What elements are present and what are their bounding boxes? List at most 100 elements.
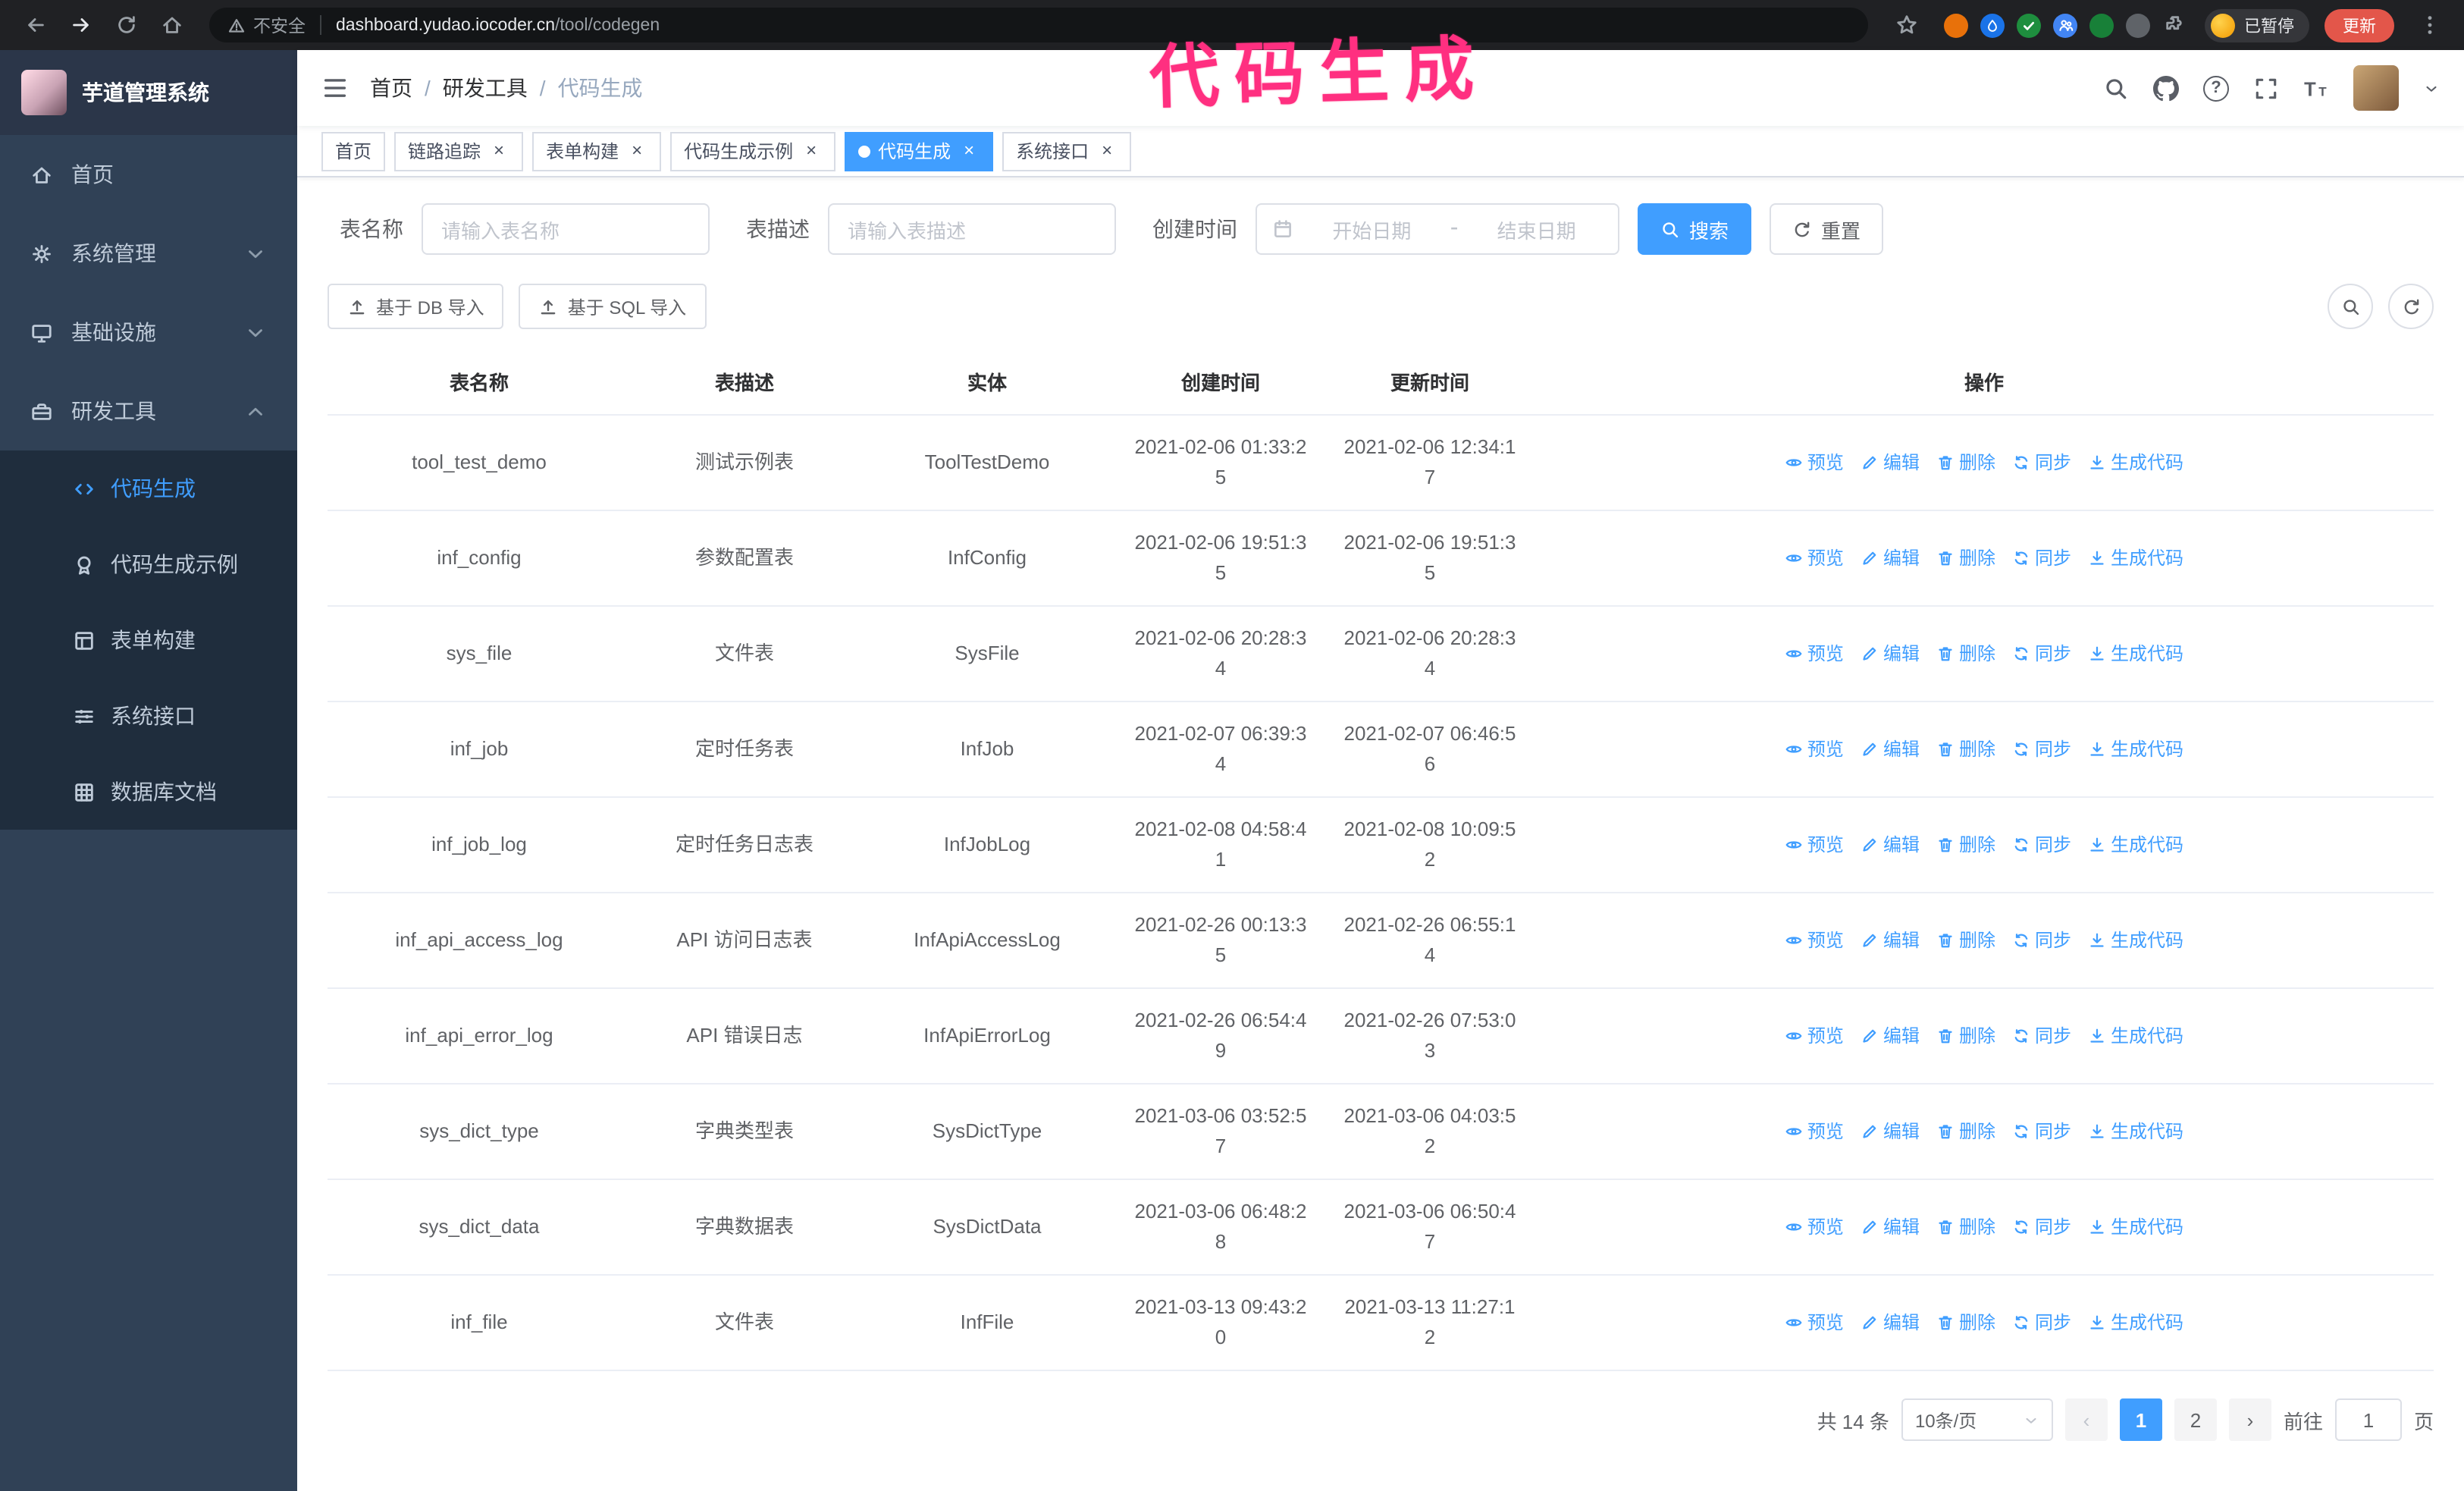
close-icon[interactable]: × [1096, 140, 1118, 162]
preview-link[interactable]: 预览 [1785, 830, 1844, 860]
generate-code-link[interactable]: 生成代码 [2088, 639, 2183, 669]
tab-codegen-example[interactable]: 代码生成示例 × [670, 131, 836, 171]
tab-form-builder[interactable]: 表单构建 × [532, 131, 662, 171]
close-icon[interactable]: × [488, 140, 509, 162]
extension-icon[interactable] [2017, 13, 2041, 37]
preview-link[interactable]: 预览 [1785, 1212, 1844, 1242]
edit-link[interactable]: 编辑 [1861, 543, 1920, 573]
page-button-2[interactable]: 2 [2174, 1398, 2217, 1441]
edit-link[interactable]: 编辑 [1861, 639, 1920, 669]
preview-link[interactable]: 预览 [1785, 447, 1844, 478]
update-button[interactable]: 更新 [2324, 8, 2394, 42]
delete-link[interactable]: 删除 [1936, 543, 1995, 573]
extension-icon[interactable] [1944, 13, 1968, 37]
generate-code-link[interactable]: 生成代码 [2088, 925, 2183, 956]
edit-link[interactable]: 编辑 [1861, 1307, 1920, 1338]
generate-code-link[interactable]: 生成代码 [2088, 830, 2183, 860]
forward-icon[interactable] [61, 7, 100, 43]
fullscreen-icon[interactable] [2253, 75, 2279, 101]
sync-link[interactable]: 同步 [2012, 925, 2071, 956]
generate-code-link[interactable]: 生成代码 [2088, 1021, 2183, 1051]
delete-link[interactable]: 删除 [1936, 1021, 1995, 1051]
back-icon[interactable] [15, 7, 55, 43]
import-db-button[interactable]: 基于 DB 导入 [328, 284, 504, 329]
sync-link[interactable]: 同步 [2012, 1116, 2071, 1147]
puzzle-extensions-icon[interactable] [2162, 13, 2187, 37]
sidebar-item-form-builder[interactable]: 表单构建 [0, 602, 297, 678]
sync-link[interactable]: 同步 [2012, 447, 2071, 478]
font-size-icon[interactable]: TT [2303, 75, 2329, 101]
kebab-menu-icon[interactable] [2409, 7, 2449, 43]
sidebar-item-infrastructure[interactable]: 基础设施 [0, 293, 297, 372]
edit-link[interactable]: 编辑 [1861, 1021, 1920, 1051]
search-button[interactable]: 搜索 [1638, 203, 1752, 255]
generate-code-link[interactable]: 生成代码 [2088, 1212, 2183, 1242]
edit-link[interactable]: 编辑 [1861, 925, 1920, 956]
hamburger-icon[interactable] [321, 74, 349, 102]
edit-link[interactable]: 编辑 [1861, 1116, 1920, 1147]
import-sql-button[interactable]: 基于 SQL 导入 [519, 284, 707, 329]
toggle-search-button[interactable] [2328, 284, 2373, 329]
preview-link[interactable]: 预览 [1785, 639, 1844, 669]
sync-link[interactable]: 同步 [2012, 830, 2071, 860]
extension-icon[interactable] [1980, 13, 2005, 37]
app-logo[interactable]: 芋道管理系统 [0, 50, 297, 135]
sidebar-item-system-api[interactable]: 系统接口 [0, 678, 297, 754]
preview-link[interactable]: 预览 [1785, 925, 1844, 956]
sync-link[interactable]: 同步 [2012, 734, 2071, 764]
sidebar-item-dev-tools[interactable]: 研发工具 [0, 372, 297, 450]
sidebar-item-home[interactable]: 首页 [0, 135, 297, 214]
table-name-input[interactable]: 请输入表名称 [422, 203, 710, 255]
breadcrumb-home[interactable]: 首页 [370, 73, 412, 103]
preview-link[interactable]: 预览 [1785, 1021, 1844, 1051]
search-icon[interactable] [2103, 75, 2129, 101]
profile-paused-badge[interactable]: 已暂停 [2205, 8, 2309, 42]
tab-system-api[interactable]: 系统接口 × [1002, 131, 1132, 171]
edit-link[interactable]: 编辑 [1861, 830, 1920, 860]
reset-button[interactable]: 重置 [1770, 203, 1884, 255]
close-icon[interactable]: × [801, 140, 822, 162]
home-icon[interactable] [152, 7, 191, 43]
generate-code-link[interactable]: 生成代码 [2088, 1307, 2183, 1338]
sidebar-item-system-manage[interactable]: 系统管理 [0, 214, 297, 293]
prev-page-button[interactable]: ‹ [2064, 1398, 2108, 1441]
delete-link[interactable]: 删除 [1936, 1116, 1995, 1147]
help-icon[interactable]: ? [2203, 75, 2229, 101]
preview-link[interactable]: 预览 [1785, 734, 1844, 764]
delete-link[interactable]: 删除 [1936, 639, 1995, 669]
delete-link[interactable]: 删除 [1936, 447, 1995, 478]
create-time-range-picker[interactable]: 开始日期 - 结束日期 [1256, 203, 1619, 255]
sidebar-item-db-doc[interactable]: 数据库文档 [0, 754, 297, 830]
edit-link[interactable]: 编辑 [1861, 734, 1920, 764]
delete-link[interactable]: 删除 [1936, 1307, 1995, 1338]
tab-home[interactable]: 首页 [321, 131, 386, 171]
edit-link[interactable]: 编辑 [1861, 1212, 1920, 1242]
delete-link[interactable]: 删除 [1936, 1212, 1995, 1242]
sync-link[interactable]: 同步 [2012, 1307, 2071, 1338]
extension-icon[interactable] [2089, 13, 2114, 37]
sync-link[interactable]: 同步 [2012, 543, 2071, 573]
generate-code-link[interactable]: 生成代码 [2088, 543, 2183, 573]
bookmark-star-icon[interactable] [1886, 7, 1926, 43]
preview-link[interactable]: 预览 [1785, 1116, 1844, 1147]
sync-link[interactable]: 同步 [2012, 1021, 2071, 1051]
close-icon[interactable]: × [626, 140, 647, 162]
extension-icon[interactable] [2053, 13, 2077, 37]
tab-codegen[interactable]: 代码生成 × [845, 131, 994, 171]
sidebar-item-codegen-example[interactable]: 代码生成示例 [0, 526, 297, 602]
next-page-button[interactable]: › [2228, 1398, 2271, 1441]
user-avatar[interactable] [2353, 65, 2399, 111]
generate-code-link[interactable]: 生成代码 [2088, 734, 2183, 764]
reload-icon[interactable] [106, 7, 146, 43]
edit-link[interactable]: 编辑 [1861, 447, 1920, 478]
page-size-select[interactable]: 10条/页 [1901, 1398, 2053, 1441]
caret-down-icon[interactable] [2423, 80, 2440, 96]
delete-link[interactable]: 删除 [1936, 925, 1995, 956]
close-icon[interactable]: × [958, 140, 980, 162]
generate-code-link[interactable]: 生成代码 [2088, 1116, 2183, 1147]
extension-icon[interactable] [2126, 13, 2150, 37]
sidebar-item-codegen[interactable]: 代码生成 [0, 450, 297, 526]
page-button-1[interactable]: 1 [2119, 1398, 2162, 1441]
goto-page-input[interactable] [2334, 1398, 2402, 1441]
generate-code-link[interactable]: 生成代码 [2088, 447, 2183, 478]
